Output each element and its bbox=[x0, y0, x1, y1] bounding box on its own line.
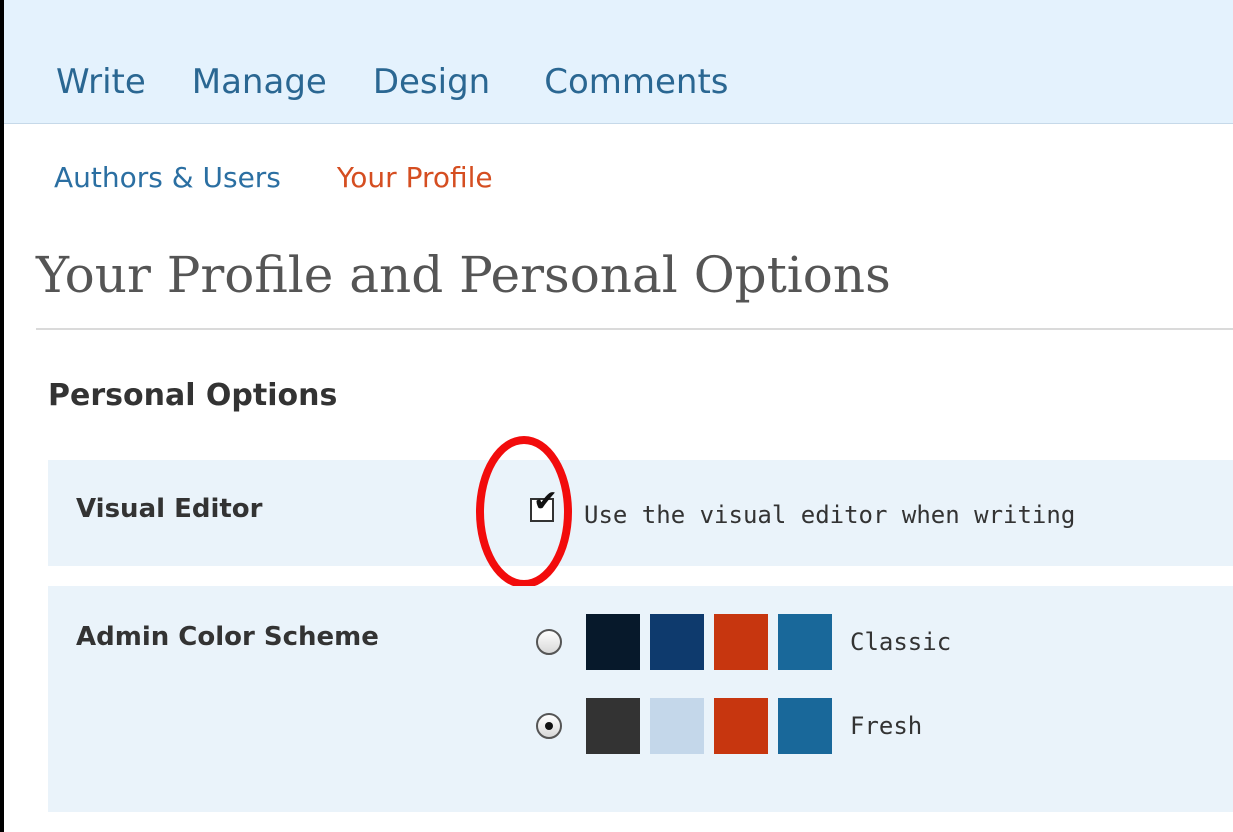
admin-color-scheme-row: Admin Color Scheme Classic Fresh bbox=[48, 586, 1233, 812]
fresh-swatch-1 bbox=[586, 698, 640, 754]
color-scheme-option-classic[interactable]: Classic bbox=[536, 614, 951, 670]
section-heading-personal-options: Personal Options bbox=[48, 378, 338, 413]
title-divider bbox=[36, 328, 1233, 330]
subnav-your-profile[interactable]: Your Profile bbox=[337, 160, 493, 196]
color-scheme-option-fresh[interactable]: Fresh bbox=[536, 698, 922, 754]
page-title: Your Profile and Personal Options bbox=[36, 246, 891, 304]
sub-navigation: Authors & Users Your Profile bbox=[54, 160, 549, 196]
nav-comments[interactable]: Comments bbox=[544, 62, 728, 102]
fresh-swatch-2 bbox=[650, 698, 704, 754]
visual-editor-label: Visual Editor bbox=[76, 494, 263, 524]
classic-radio[interactable] bbox=[536, 629, 562, 655]
nav-design[interactable]: Design bbox=[373, 62, 490, 102]
classic-scheme-label[interactable]: Classic bbox=[850, 627, 951, 657]
profile-page: Write Manage Design Comments Authors & U… bbox=[0, 0, 1233, 832]
window-edge bbox=[0, 0, 4, 832]
subnav-authors-users[interactable]: Authors & Users bbox=[54, 160, 281, 196]
classic-swatch-4 bbox=[778, 614, 832, 670]
nav-manage[interactable]: Manage bbox=[192, 62, 327, 102]
nav-write[interactable]: Write bbox=[56, 62, 146, 102]
fresh-swatch-4 bbox=[778, 698, 832, 754]
visual-editor-row: Visual Editor ✔ Use the visual editor wh… bbox=[48, 436, 1233, 588]
visual-editor-checkbox[interactable]: ✔ bbox=[530, 487, 558, 522]
classic-swatch-2 bbox=[650, 614, 704, 670]
classic-swatch-1 bbox=[586, 614, 640, 670]
fresh-radio[interactable] bbox=[536, 713, 562, 739]
classic-swatch-3 bbox=[714, 614, 768, 670]
fresh-swatch-3 bbox=[714, 698, 768, 754]
top-nav-menu: Write Manage Design Comments bbox=[56, 62, 775, 102]
fresh-scheme-label[interactable]: Fresh bbox=[850, 711, 922, 741]
top-navigation: Write Manage Design Comments bbox=[4, 0, 1233, 124]
visual-editor-checkbox-label[interactable]: Use the visual editor when writing bbox=[584, 500, 1075, 530]
checkmark-icon: ✔ bbox=[533, 484, 559, 519]
admin-color-scheme-label: Admin Color Scheme bbox=[76, 622, 379, 652]
